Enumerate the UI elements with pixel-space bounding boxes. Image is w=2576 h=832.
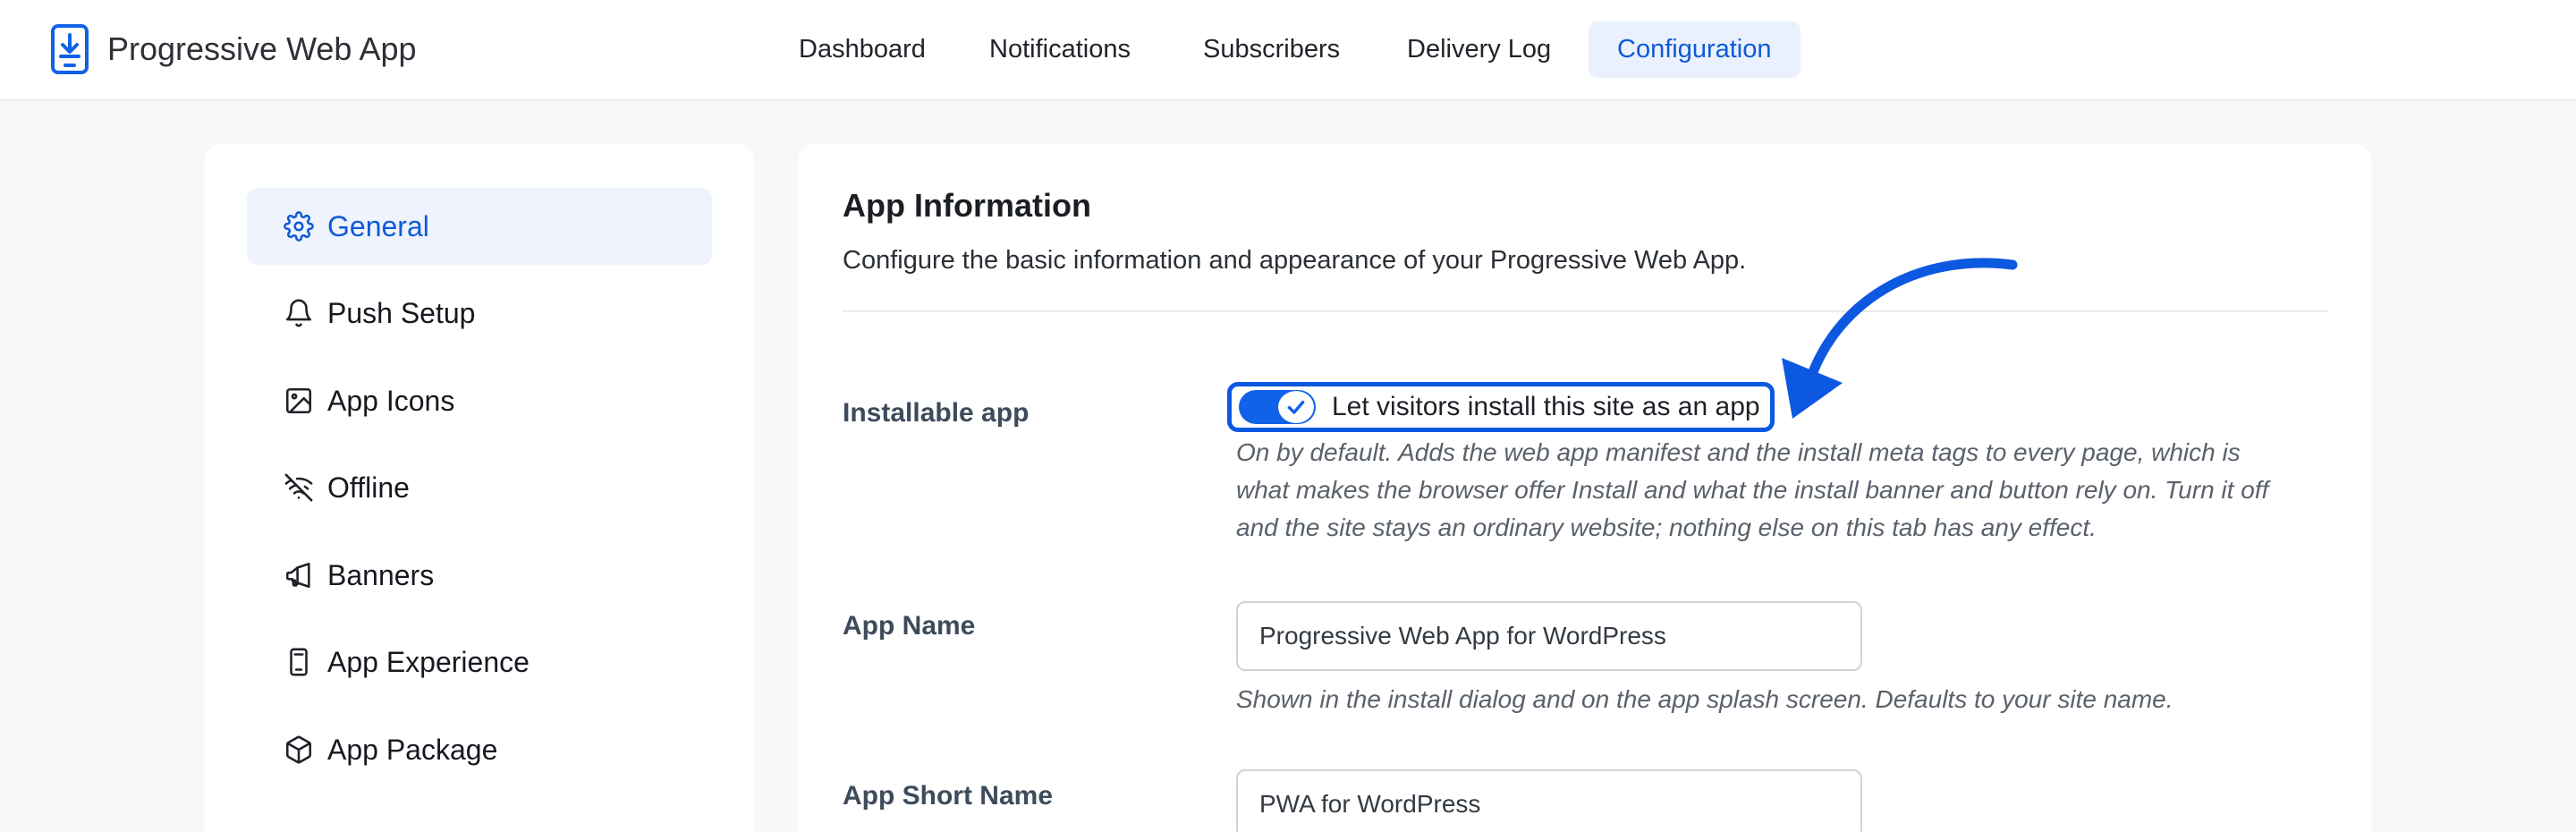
section-title: App Information [843,187,1091,224]
sidebar-item-general[interactable]: General [247,188,712,265]
sidebar-item-label: Offline [327,471,410,504]
megaphone-icon [283,559,315,591]
toggle-knob [1278,391,1314,423]
installable-toggle-highlight[interactable]: Let visitors install this site as an app [1227,382,1775,432]
sidebar-item-label: App Package [327,733,498,766]
section-divider [843,310,2327,312]
settings-sidebar: General Push Setup App Icons Offline Ban… [204,144,754,832]
sidebar-item-app-package[interactable]: App Package [247,711,712,788]
phone-icon [283,646,315,678]
sidebar-item-app-icons[interactable]: App Icons [247,362,712,439]
section-description: Configure the basic information and appe… [843,246,1747,275]
sidebar-item-label: App Icons [327,384,455,417]
sidebar-item-label: Banners [327,558,435,591]
app-short-name-input[interactable] [1236,769,1862,832]
image-icon [283,385,315,417]
top-nav: Dashboard Notifications Subscribers Deli… [0,0,2576,101]
wifi-off-icon [283,471,315,504]
app-short-name-label: App Short Name [843,781,1054,811]
installable-toggle-label: Let visitors install this site as an app [1332,392,1760,421]
nav-delivery-log[interactable]: Delivery Log [1378,21,1580,78]
nav-subscribers[interactable]: Subscribers [1174,21,1368,78]
installable-app-label: Installable app [843,398,1030,428]
nav-dashboard[interactable]: Dashboard [770,21,954,78]
annotation-arrow-icon [1782,258,2018,419]
sidebar-item-banners[interactable]: Banners [247,537,712,614]
gear-icon [283,210,315,242]
app-name-help-text: Shown in the install dialog and on the a… [1236,685,2174,713]
sidebar-item-push-setup[interactable]: Push Setup [247,275,712,352]
app-name-label: App Name [843,611,976,641]
sidebar-item-label: Push Setup [327,296,476,329]
check-icon [1287,400,1305,414]
nav-configuration[interactable]: Configuration [1589,21,1801,78]
sidebar-item-app-experience[interactable]: App Experience [247,624,712,700]
installable-toggle[interactable] [1239,390,1316,424]
sidebar-item-label: App Experience [327,645,530,678]
sidebar-item-label: General [327,209,429,242]
installable-help-text: On by default. Adds the web app manifest… [1236,438,2269,541]
bell-icon [283,297,315,329]
nav-notifications[interactable]: Notifications [961,21,1159,78]
top-bar: Progressive Web App Dashboard Notificati… [0,0,2576,101]
app-name-input[interactable] [1236,601,1862,671]
box-icon [283,734,315,766]
sidebar-item-offline[interactable]: Offline [247,449,712,526]
settings-panel: App Information Configure the basic info… [798,144,2372,832]
